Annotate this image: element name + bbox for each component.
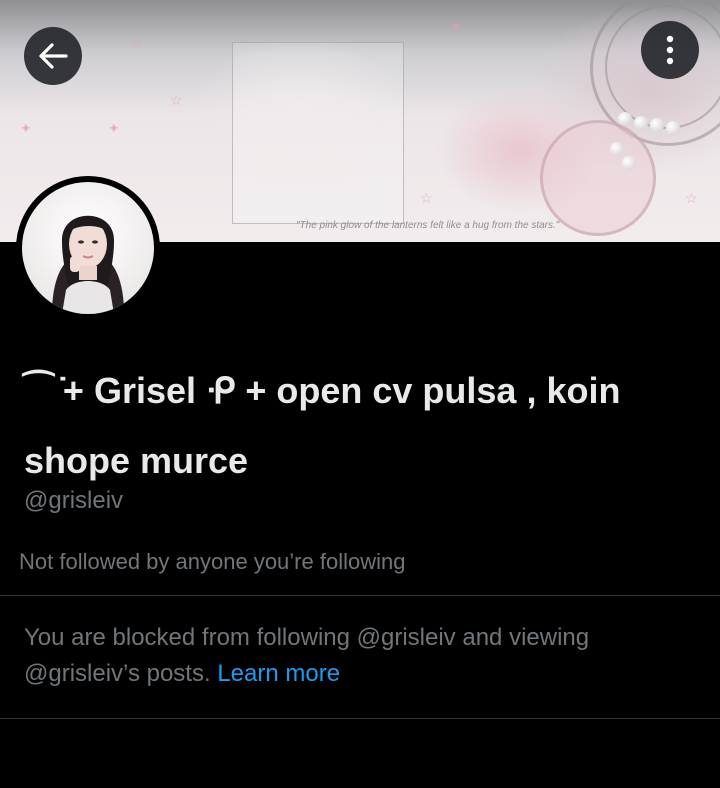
banner-card-illustration (232, 42, 404, 224)
back-button[interactable] (24, 27, 82, 85)
pearl (610, 142, 624, 156)
pearl (622, 156, 636, 170)
star-icon: ☆ (130, 35, 143, 51)
learn-more-link[interactable]: Learn more (217, 660, 340, 687)
avatar-photo (22, 182, 154, 314)
divider (0, 718, 720, 719)
star-icon: ☆ (420, 190, 433, 206)
pearl (666, 121, 680, 135)
divider (0, 595, 720, 596)
star-icon: ☆ (170, 92, 183, 108)
more-vertical-icon (666, 35, 674, 65)
avatar[interactable] (16, 176, 160, 320)
pearl (650, 118, 664, 132)
blocked-notice: You are blocked from following @grisleiv… (24, 620, 684, 692)
star-icon: ☆ (685, 190, 698, 206)
arrow-left-icon (39, 43, 68, 69)
profile-handle: @grisleiv (24, 487, 124, 514)
followers-you-know[interactable]: Not followed by anyone you’re following (19, 549, 405, 575)
banner-quote: "The pink glow of the lanterns felt like… (296, 220, 560, 231)
pearl (634, 116, 648, 130)
star-icon: ✦ (450, 18, 462, 34)
star-icon: ✦ (108, 120, 120, 136)
display-name: ⁀ ̇+ Grisel ᑶ + open cv pulsa , koin sho… (24, 370, 621, 481)
star-icon: ✦ (20, 120, 32, 136)
pearl (618, 112, 632, 126)
more-options-button[interactable] (641, 21, 699, 79)
avatar-portrait-image (52, 215, 124, 314)
banner-compact (540, 120, 656, 236)
